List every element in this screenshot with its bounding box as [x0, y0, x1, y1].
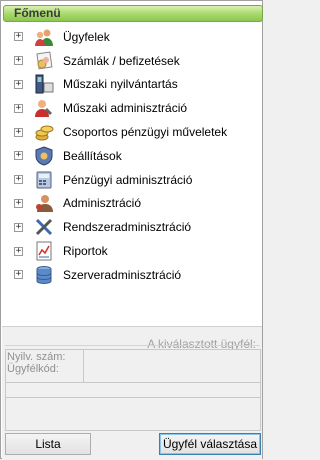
- expand-icon[interactable]: +: [14, 246, 23, 256]
- main-menu-panel: Főmenü + Ügyfelek + Számlák / befizetése…: [0, 0, 263, 460]
- customer-detail-field-2: [5, 397, 261, 431]
- selected-customer-panel: A kiválasztott ügyfél: Nyilv. szám: Ügyf…: [2, 326, 262, 460]
- device-icon: [35, 74, 54, 94]
- expand-icon[interactable]: +: [14, 270, 23, 280]
- coins-icon: [35, 125, 54, 141]
- expand-icon[interactable]: +: [14, 151, 23, 161]
- invoice-icon: [36, 51, 53, 70]
- menu-item-label: Szerveradminisztráció: [63, 267, 182, 282]
- menu-item-invoices[interactable]: + Számlák / befizetések: [1, 49, 261, 73]
- technician-icon: [35, 100, 52, 118]
- menu-item-label: Adminisztráció: [63, 196, 142, 211]
- menu-item-technical-admin[interactable]: + Műszaki adminisztráció: [1, 96, 261, 120]
- calculator-icon: [36, 171, 52, 189]
- expand-icon[interactable]: +: [14, 175, 23, 185]
- menu-item-label: Számlák / befizetések: [63, 53, 180, 68]
- customer-info-box: Nyilv. szám: Ügyfélkód:: [5, 349, 261, 384]
- menu-item-group-finance[interactable]: + Csoportos pénzügyi műveletek: [1, 120, 261, 144]
- menu-item-technical-registry[interactable]: + Műszaki nyilvántartás: [1, 73, 261, 97]
- menu-item-label: Pénzügyi adminisztráció: [63, 172, 193, 187]
- main-menu-title: Főmenü: [14, 6, 61, 20]
- customer-info-labels: Nyilv. szám: Ügyfélkód:: [6, 350, 84, 383]
- menu-item-label: Csoportos pénzügyi műveletek: [63, 125, 228, 140]
- menu-item-system-admin[interactable]: + Rendszeradminisztráció: [1, 215, 261, 239]
- shield-settings-icon: [35, 146, 53, 166]
- expand-icon[interactable]: +: [14, 32, 23, 42]
- menu-item-administration[interactable]: + Adminisztráció: [1, 192, 261, 216]
- expand-icon[interactable]: +: [14, 56, 23, 66]
- menu-item-settings[interactable]: + Beállítások: [1, 144, 261, 168]
- tools-icon: [35, 219, 53, 236]
- menu-item-label: Rendszeradminisztráció: [63, 220, 192, 235]
- database-icon: [36, 265, 52, 284]
- main-menu-header[interactable]: Főmenü: [3, 5, 263, 22]
- expand-icon[interactable]: +: [14, 198, 23, 208]
- customer-code-label: Ügyfélkód:: [7, 363, 59, 375]
- menu-item-server-admin[interactable]: + Szerveradminisztráció: [1, 263, 261, 287]
- select-customer-button[interactable]: Ügyfél választása: [159, 433, 261, 455]
- expand-icon[interactable]: +: [14, 79, 23, 89]
- menu-tree: + Ügyfelek + Számlák / befizetések + Műs…: [1, 25, 261, 287]
- menu-item-label: Műszaki nyilvántartás: [63, 77, 178, 92]
- expand-icon[interactable]: +: [14, 103, 23, 113]
- expand-icon[interactable]: +: [14, 127, 23, 137]
- people-icon: [35, 29, 53, 46]
- menu-item-label: Műszaki adminisztráció: [63, 101, 188, 116]
- report-chart-icon: [36, 241, 52, 261]
- divider: [5, 345, 260, 346]
- admin-user-icon: [36, 195, 53, 213]
- menu-item-reports[interactable]: + Riportok: [1, 239, 261, 263]
- menu-item-customers[interactable]: + Ügyfelek: [1, 25, 261, 49]
- expand-icon[interactable]: +: [14, 222, 23, 232]
- menu-item-label: Beállítások: [63, 148, 122, 163]
- account-number-label: Nyilv. szám:: [7, 351, 66, 363]
- list-button[interactable]: Lista: [5, 433, 91, 455]
- menu-item-label: Ügyfelek: [63, 29, 110, 44]
- menu-item-label: Riportok: [63, 244, 108, 259]
- menu-item-finance-admin[interactable]: + Pénzügyi adminisztráció: [1, 168, 261, 192]
